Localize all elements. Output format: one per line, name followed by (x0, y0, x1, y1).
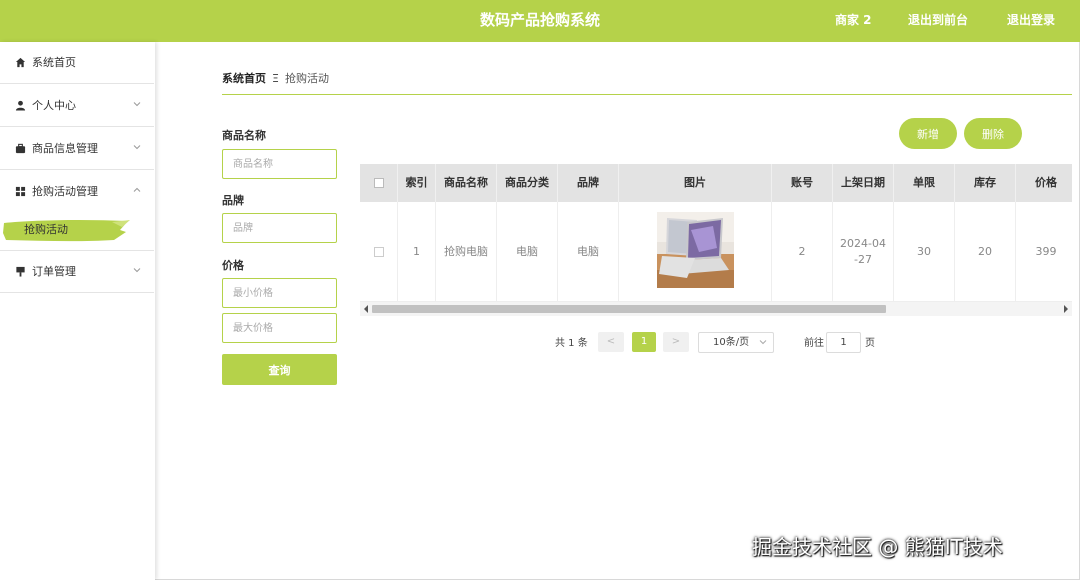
sidebar-subitem-label: 抢购活动 (24, 223, 68, 236)
table-header: 索引 商品名称 商品分类 品牌 图片 账号 上架日期 单限 库存 价格 (360, 164, 1072, 202)
row-checkbox[interactable] (373, 247, 384, 257)
sidebar-item-product-info[interactable]: 商品信息管理 (0, 128, 154, 170)
stock-cell: 20 (955, 202, 1016, 302)
product-name-input[interactable] (222, 149, 337, 179)
home-icon (15, 57, 26, 68)
current-user-link[interactable]: 商家 2 (835, 0, 872, 42)
sidebar-item-label: 抢购活动管理 (32, 185, 98, 198)
account-cell: 2 (772, 202, 833, 302)
sidebar-item-label: 商品信息管理 (32, 142, 98, 155)
page-number-current[interactable]: 1 (632, 332, 656, 352)
column-header[interactable]: 图片 (619, 164, 772, 202)
page-size-value: 10条/页 (713, 337, 750, 348)
column-header[interactable]: 商品分类 (497, 164, 558, 202)
sidebar-item-label: 个人中心 (32, 99, 76, 112)
add-button[interactable]: 新增 (899, 118, 957, 149)
product-image[interactable] (657, 212, 734, 288)
next-page-button[interactable]: > (663, 332, 689, 352)
table-row[interactable]: 1 抢购电脑 电脑 电脑 2 2024-04 -27 30 20 399 (360, 202, 1072, 302)
min-price-input[interactable] (222, 278, 337, 308)
scrollbar-thumb[interactable] (372, 305, 886, 313)
chevron-up-icon (133, 187, 141, 192)
price-cell: 399 (1016, 202, 1072, 302)
max-price-input[interactable] (222, 313, 337, 343)
select-all-checkbox[interactable] (373, 178, 384, 188)
back-to-front-link[interactable]: 退出到前台 (908, 0, 968, 42)
column-header[interactable]: 索引 (398, 164, 436, 202)
briefcase-icon (15, 143, 26, 154)
page-size-select[interactable]: 10条/页 (698, 332, 774, 353)
chevron-down-icon (133, 145, 141, 150)
goto-page-input[interactable] (826, 332, 861, 353)
sidebar-item-home[interactable]: 系统首页 (0, 42, 154, 84)
chevron-down-icon (759, 340, 767, 345)
prev-page-button[interactable]: < (598, 332, 624, 352)
column-header[interactable]: 上架日期 (833, 164, 894, 202)
breadcrumb-home[interactable]: 系统首页 (222, 72, 266, 85)
column-header[interactable]: 商品名称 (436, 164, 497, 202)
index-cell: 1 (398, 202, 436, 302)
limit-cell: 30 (894, 202, 955, 302)
date-line: 2024-04 (840, 237, 886, 250)
price-label: 价格 (222, 259, 244, 272)
top-header: 数码产品抢购系统 商家 2 退出到前台 退出登录 (0, 0, 1080, 42)
order-icon (16, 266, 25, 277)
image-cell (619, 202, 772, 302)
scroll-right-icon[interactable] (1064, 305, 1068, 313)
horizontal-scrollbar[interactable] (360, 302, 1072, 316)
sidebar-item-label: 系统首页 (32, 56, 76, 69)
data-table: 索引 商品名称 商品分类 品牌 图片 账号 上架日期 单限 库存 价格 1 抢购… (360, 164, 1072, 316)
watermark-text: 掘金技术社区 @ 熊猫IT技术 (752, 535, 1003, 559)
date-cell: 2024-04 -27 (833, 202, 894, 302)
scroll-left-icon[interactable] (364, 305, 368, 313)
page-suffix-label: 页 (865, 338, 875, 349)
sidebar: 系统首页 个人中心 商品信息管理 抢购活动管理 抢购活动 订单管理 (0, 42, 155, 580)
sidebar-item-personal-center[interactable]: 个人中心 (0, 85, 154, 127)
chevron-down-icon (133, 268, 141, 273)
brand-input[interactable] (222, 213, 337, 243)
breadcrumb-separator: Ξ (272, 72, 279, 85)
column-header[interactable]: 库存 (955, 164, 1016, 202)
user-icon (15, 100, 26, 111)
grid-icon (15, 186, 26, 197)
sidebar-item-orders[interactable]: 订单管理 (0, 251, 154, 293)
date-line: -27 (854, 253, 872, 266)
column-header[interactable]: 单限 (894, 164, 955, 202)
total-count: 共 1 条 (555, 338, 588, 349)
select-all-cell (360, 164, 398, 202)
product-name-label: 商品名称 (222, 129, 266, 142)
category-cell: 电脑 (497, 202, 558, 302)
brand-label: 品牌 (222, 194, 244, 207)
column-header[interactable]: 账号 (772, 164, 833, 202)
breadcrumb: 系统首页 Ξ 抢购活动 (222, 70, 329, 86)
brand-cell: 电脑 (558, 202, 619, 302)
breadcrumb-current: 抢购活动 (284, 72, 329, 85)
delete-button[interactable]: 删除 (964, 118, 1022, 149)
query-button[interactable]: 查询 (222, 354, 337, 385)
row-select-cell (360, 202, 398, 302)
column-header[interactable]: 品牌 (558, 164, 619, 202)
sidebar-subitem-flash-sale[interactable]: 抢购活动 (0, 214, 154, 246)
sidebar-item-label: 订单管理 (32, 265, 76, 278)
chevron-down-icon (133, 102, 141, 107)
column-header[interactable]: 价格 (1016, 164, 1072, 202)
breadcrumb-divider (222, 94, 1072, 95)
logout-link[interactable]: 退出登录 (1007, 0, 1055, 42)
product-name-cell: 抢购电脑 (436, 202, 497, 302)
goto-label: 前往 (804, 338, 824, 349)
sidebar-item-flash-sale-mgmt[interactable]: 抢购活动管理 (0, 171, 154, 213)
